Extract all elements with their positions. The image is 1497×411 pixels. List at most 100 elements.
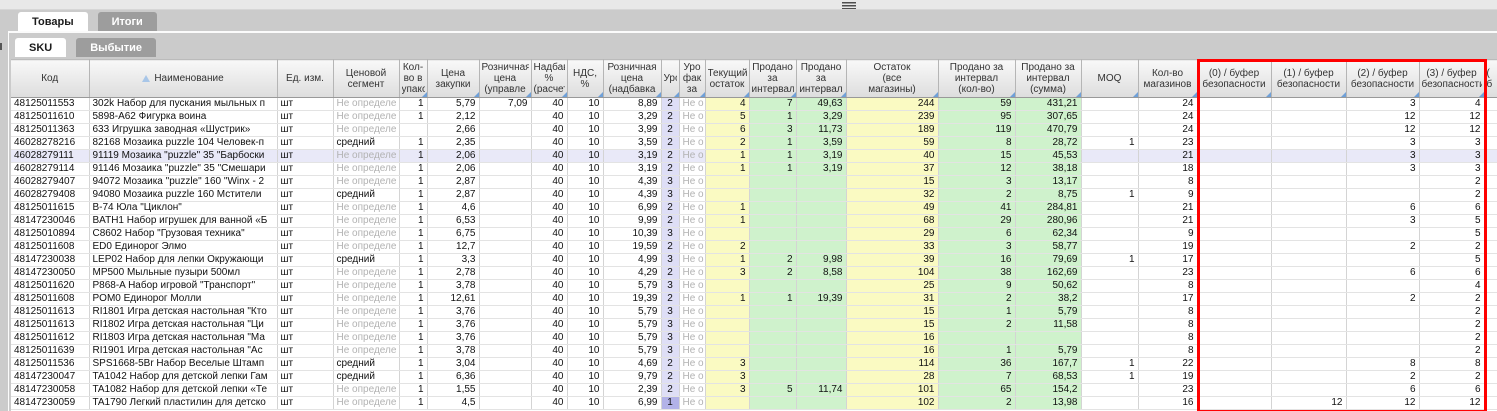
stock-all-cell[interactable]: 33 [846, 241, 938, 254]
level-fact-cell[interactable]: Не о [679, 124, 705, 137]
retail-markup-cell[interactable]: 5,79 [603, 332, 661, 345]
store-count-cell[interactable]: 21 [1138, 215, 1197, 228]
purchase-price-cell[interactable]: 3,04 [427, 358, 479, 371]
price-segment-cell[interactable]: Не определе [333, 241, 399, 254]
retail-managed-cell[interactable] [479, 228, 531, 241]
col-header-store-count[interactable]: Кол-вомагазинов [1138, 60, 1197, 98]
markup-pct-cell[interactable]: 40 [531, 358, 567, 371]
qty-per-pack-cell[interactable]: 1 [399, 267, 427, 280]
buffer-0-cell[interactable] [1197, 267, 1271, 280]
splitter-grip-icon[interactable] [842, 2, 856, 9]
level-fact-cell[interactable]: Не о [679, 241, 705, 254]
buffer-3-cell[interactable]: 12 [1419, 124, 1484, 137]
markup-pct-cell[interactable]: 40 [531, 111, 567, 124]
qty-per-pack-cell[interactable]: 1 [399, 189, 427, 202]
level-cell[interactable]: 2 [661, 111, 679, 124]
table-row[interactable]: 48147230038LEP02 Набор для лепки Окружаю… [11, 254, 1497, 267]
sold-all-qty-cell[interactable]: 2 [938, 293, 1015, 306]
purchase-price-cell[interactable]: 4,6 [427, 202, 479, 215]
sold-all-qty-cell[interactable]: 65 [938, 384, 1015, 397]
col-header-current-stock[interactable]: Текущийостаток [705, 60, 749, 98]
store-count-cell[interactable]: 19 [1138, 371, 1197, 384]
store-count-cell[interactable]: 23 [1138, 384, 1197, 397]
markup-pct-cell[interactable]: 40 [531, 124, 567, 137]
sold-int-sum-cell[interactable]: 11,74 [796, 384, 846, 397]
markup-pct-cell[interactable]: 40 [531, 267, 567, 280]
sold-all-sum-cell[interactable]: 5,79 [1015, 306, 1081, 319]
markup-pct-cell[interactable]: 40 [531, 319, 567, 332]
markup-pct-cell[interactable]: 40 [531, 215, 567, 228]
buffer-0-cell[interactable] [1197, 332, 1271, 345]
buffer-1-cell[interactable] [1271, 280, 1346, 293]
vat-pct-cell[interactable]: 10 [567, 215, 603, 228]
table-row[interactable]: 48125011615B-74 Юла "Циклон"штНе определ… [11, 202, 1497, 215]
vat-pct-cell[interactable]: 10 [567, 254, 603, 267]
sold-all-sum-cell[interactable]: 284,81 [1015, 202, 1081, 215]
col-header-buffer-4-partial[interactable]: (б [1484, 60, 1497, 98]
sold-int-sum-cell[interactable] [796, 280, 846, 293]
current-stock-cell[interactable] [705, 319, 749, 332]
current-stock-cell[interactable] [705, 228, 749, 241]
price-segment-cell[interactable]: Не определе [333, 280, 399, 293]
stock-all-cell[interactable]: 189 [846, 124, 938, 137]
name-cell[interactable]: LEP02 Набор для лепки Окружающи [89, 254, 277, 267]
price-segment-cell[interactable]: Не определе [333, 306, 399, 319]
price-segment-cell[interactable]: Не определе [333, 332, 399, 345]
sold-all-qty-cell[interactable]: 2 [938, 189, 1015, 202]
qty-per-pack-cell[interactable]: 1 [399, 241, 427, 254]
buffer-1-cell[interactable] [1271, 111, 1346, 124]
store-count-cell[interactable]: 23 [1138, 267, 1197, 280]
buffer-1-cell[interactable] [1271, 371, 1346, 384]
stock-all-cell[interactable]: 104 [846, 267, 938, 280]
sold-all-sum-cell[interactable]: 13,98 [1015, 397, 1081, 410]
moq-cell[interactable]: 1 [1081, 189, 1138, 202]
buffer-2-cell[interactable]: 12 [1346, 397, 1419, 410]
sold-int-qty-cell[interactable]: 2 [749, 267, 796, 280]
unit-cell[interactable]: шт [277, 371, 333, 384]
sold-int-sum-cell[interactable] [796, 306, 846, 319]
level-fact-cell[interactable]: Не о [679, 371, 705, 384]
store-count-cell[interactable]: 23 [1138, 137, 1197, 150]
buffer-2-cell[interactable] [1346, 306, 1419, 319]
current-stock-cell[interactable]: 3 [705, 371, 749, 384]
code-cell[interactable]: 46028279407 [11, 176, 89, 189]
name-cell[interactable]: BATH1 Набор игрушек для ванной «Б [89, 215, 277, 228]
sold-all-qty-cell[interactable]: 8 [938, 137, 1015, 150]
sold-all-qty-cell[interactable]: 29 [938, 215, 1015, 228]
buffer-3-cell[interactable]: 2 [1419, 241, 1484, 254]
retail-managed-cell[interactable] [479, 215, 531, 228]
sold-int-qty-cell[interactable] [749, 280, 796, 293]
sold-all-sum-cell[interactable]: 11,58 [1015, 319, 1081, 332]
code-cell[interactable]: 48125011612 [11, 332, 89, 345]
store-count-cell[interactable]: 19 [1138, 241, 1197, 254]
qty-per-pack-cell[interactable]: 1 [399, 111, 427, 124]
level-cell[interactable]: 2 [661, 124, 679, 137]
stock-all-cell[interactable]: 68 [846, 215, 938, 228]
sold-int-qty-cell[interactable] [749, 215, 796, 228]
qty-per-pack-cell[interactable]: 1 [399, 202, 427, 215]
name-cell[interactable]: MP500 Мыльные пузыри 500мл [89, 267, 277, 280]
vat-pct-cell[interactable]: 10 [567, 241, 603, 254]
level-cell[interactable]: 3 [661, 176, 679, 189]
sold-all-qty-cell[interactable]: 2 [938, 319, 1015, 332]
current-stock-cell[interactable]: 4 [705, 98, 749, 111]
retail-managed-cell[interactable] [479, 163, 531, 176]
name-cell[interactable]: TA1042 Набор для детской лепки Гам [89, 371, 277, 384]
buffer-0-cell[interactable] [1197, 345, 1271, 358]
col-header-unit[interactable]: Ед. изм. [277, 60, 333, 98]
name-cell[interactable]: RI1801 Игра детская настольная "Кто [89, 306, 277, 319]
retail-managed-cell[interactable] [479, 111, 531, 124]
buffer-0-cell[interactable] [1197, 202, 1271, 215]
price-segment-cell[interactable]: средний [333, 254, 399, 267]
stock-all-cell[interactable]: 29 [846, 228, 938, 241]
markup-pct-cell[interactable]: 40 [531, 306, 567, 319]
col-header-stock-all[interactable]: Остаток(всемагазины) [846, 60, 938, 98]
sold-all-qty-cell[interactable]: 59 [938, 98, 1015, 111]
vat-pct-cell[interactable]: 10 [567, 189, 603, 202]
table-row[interactable]: 48125011553302k Набор для пускания мыльн… [11, 98, 1497, 111]
vat-pct-cell[interactable]: 10 [567, 345, 603, 358]
name-cell[interactable]: ED0 Единорог Элмо [89, 241, 277, 254]
buffer-2-cell[interactable] [1346, 332, 1419, 345]
retail-markup-cell[interactable]: 5,79 [603, 345, 661, 358]
buffer-4-partial-cell[interactable] [1484, 345, 1497, 358]
